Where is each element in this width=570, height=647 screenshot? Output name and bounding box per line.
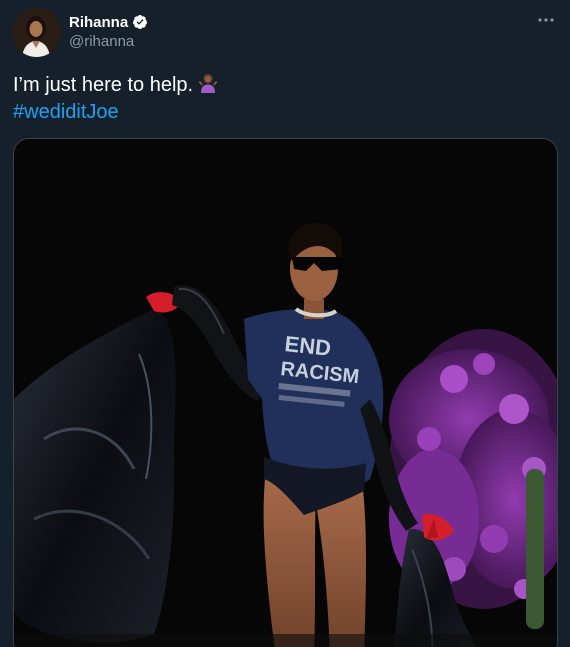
person-shrugging-emoji-icon — [197, 72, 219, 94]
tweet: Rihanna @rihanna I’m just here to help. — [0, 0, 570, 647]
avatar[interactable] — [12, 8, 61, 57]
user-handle[interactable]: @rihanna — [69, 33, 148, 50]
display-name-row: Rihanna — [69, 12, 148, 32]
more-dots-icon[interactable] — [536, 10, 556, 30]
hashtag-line: #wediditJoe — [13, 99, 219, 126]
display-name[interactable]: Rihanna — [69, 14, 128, 31]
tweet-body: I’m just here to help. — [13, 74, 194, 96]
user-info: Rihanna @rihanna — [69, 12, 148, 50]
verified-badge-icon — [132, 14, 148, 30]
tweet-photo[interactable]: END RACISM — [13, 138, 558, 647]
profile-photo-icon — [12, 8, 61, 57]
hashtag-link[interactable]: #wediditJoe — [13, 101, 119, 123]
photo-image: END RACISM — [14, 139, 557, 647]
shirt-text-1: END — [283, 331, 332, 361]
tweet-text-line: I’m just here to help. — [13, 72, 219, 99]
tweet-text: I’m just here to help. #wediditJoe — [13, 72, 219, 126]
